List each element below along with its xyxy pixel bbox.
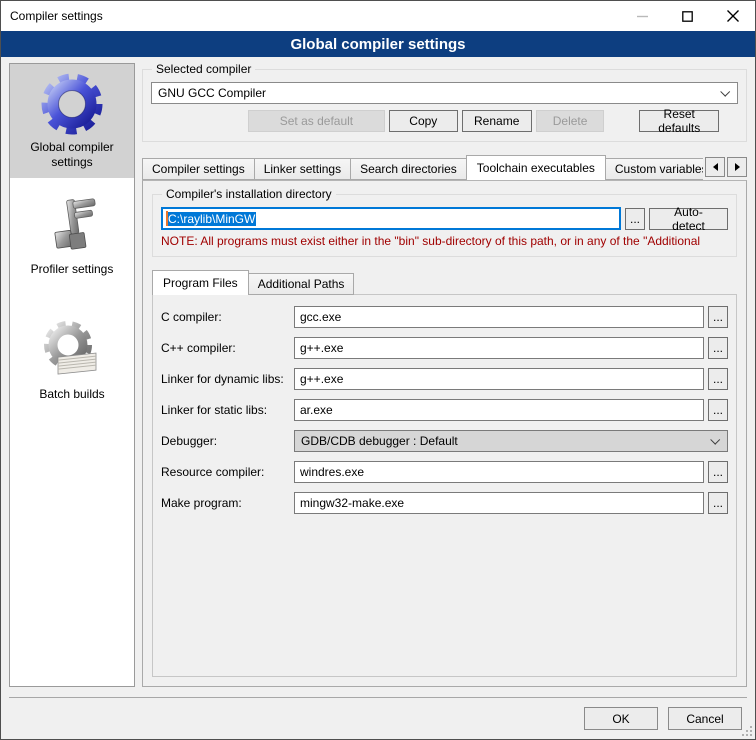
installation-directory-row: C:\raylib\MinGW ... Auto-detect bbox=[161, 207, 728, 230]
resource-compiler-input[interactable] bbox=[294, 461, 704, 483]
field-label: Debugger: bbox=[161, 434, 294, 448]
field-row-static-linker: Linker for static libs: ... bbox=[161, 399, 728, 421]
browse-directory-button[interactable]: ... bbox=[625, 208, 645, 230]
tab-custom-variables[interactable]: Custom variables bbox=[605, 158, 703, 180]
settings-tabstrip: Compiler settings Linker settings Search… bbox=[142, 154, 747, 180]
compiler-buttons-row: Set as default Copy Rename Delete Reset … bbox=[151, 110, 738, 132]
copy-button[interactable]: Copy bbox=[389, 110, 458, 132]
maximize-button[interactable] bbox=[665, 1, 710, 31]
dynamic-linker-input[interactable] bbox=[294, 368, 704, 390]
arrow-right-icon bbox=[735, 163, 740, 171]
installation-directory-group: Compiler's installation directory C:\ray… bbox=[152, 194, 737, 257]
cancel-button[interactable]: Cancel bbox=[668, 707, 742, 730]
program-files-tabstrip: Program Files Additional Paths bbox=[152, 269, 737, 295]
dialog-footer: OK Cancel bbox=[1, 687, 755, 739]
browse-static-linker-button[interactable]: ... bbox=[708, 399, 728, 421]
set-as-default-button[interactable]: Set as default bbox=[248, 110, 385, 132]
compiler-select-value: GNU GCC Compiler bbox=[158, 86, 266, 100]
tab-compiler-settings[interactable]: Compiler settings bbox=[142, 158, 255, 180]
settings-sidebar: Global compiler settings bbox=[9, 63, 135, 687]
ok-button[interactable]: OK bbox=[584, 707, 658, 730]
cpp-compiler-input[interactable] bbox=[294, 337, 704, 359]
tab-additional-paths[interactable]: Additional Paths bbox=[248, 273, 355, 295]
selected-compiler-group: Selected compiler GNU GCC Compiler Set a… bbox=[142, 69, 747, 142]
browse-c-compiler-button[interactable]: ... bbox=[708, 306, 728, 328]
dialog-header: Global compiler settings bbox=[1, 31, 755, 57]
program-files-page: C compiler: ... C++ compiler: ... bbox=[152, 294, 737, 677]
sidebar-item-global-compiler-settings[interactable]: Global compiler settings bbox=[10, 64, 134, 178]
field-row-dynamic-linker: Linker for dynamic libs: ... bbox=[161, 368, 728, 390]
debugger-select-value: GDB/CDB debugger : Default bbox=[301, 434, 458, 448]
toolchain-executables-page: Compiler's installation directory C:\ray… bbox=[142, 180, 747, 687]
group-legend: Compiler's installation directory bbox=[162, 187, 336, 201]
compiler-settings-dialog: Compiler settings Global compiler settin… bbox=[0, 0, 756, 740]
title-bar: Compiler settings bbox=[1, 1, 755, 31]
selected-path-text: C:\raylib\MinGW bbox=[166, 212, 256, 226]
footer-divider bbox=[9, 697, 747, 698]
browse-dynamic-linker-button[interactable]: ... bbox=[708, 368, 728, 390]
auto-detect-button[interactable]: Auto-detect bbox=[649, 208, 728, 230]
rename-button[interactable]: Rename bbox=[462, 110, 532, 132]
group-legend: Selected compiler bbox=[152, 62, 255, 76]
field-label: Resource compiler: bbox=[161, 465, 294, 479]
close-button[interactable] bbox=[710, 1, 755, 31]
field-label: C++ compiler: bbox=[161, 341, 294, 355]
c-compiler-input[interactable] bbox=[294, 306, 704, 328]
blue-gear-icon bbox=[40, 72, 104, 136]
sidebar-item-label: Global compiler settings bbox=[14, 140, 130, 170]
minimize-button[interactable] bbox=[620, 1, 665, 31]
browse-make-program-button[interactable]: ... bbox=[708, 492, 728, 514]
sidebar-item-profiler-settings[interactable]: Profiler settings bbox=[10, 186, 134, 285]
window-controls bbox=[620, 1, 755, 31]
field-row-cpp-compiler: C++ compiler: ... bbox=[161, 337, 728, 359]
tab-linker-settings[interactable]: Linker settings bbox=[254, 158, 351, 180]
tab-scroll-left-button[interactable] bbox=[705, 157, 725, 177]
tab-scroll-right-button[interactable] bbox=[727, 157, 747, 177]
static-linker-input[interactable] bbox=[294, 399, 704, 421]
minimize-icon bbox=[637, 11, 648, 22]
browse-cpp-compiler-button[interactable]: ... bbox=[708, 337, 728, 359]
browse-resource-compiler-button[interactable]: ... bbox=[708, 461, 728, 483]
tab-toolchain-executables[interactable]: Toolchain executables bbox=[466, 155, 606, 180]
compiler-select[interactable]: GNU GCC Compiler bbox=[151, 82, 738, 104]
field-label: Linker for dynamic libs: bbox=[161, 372, 294, 386]
close-icon bbox=[727, 10, 739, 22]
tab-search-directories[interactable]: Search directories bbox=[350, 158, 467, 180]
make-program-input[interactable] bbox=[294, 492, 704, 514]
field-label: C compiler: bbox=[161, 310, 294, 324]
main-area: Global compiler settings bbox=[1, 57, 755, 687]
arrow-left-icon bbox=[713, 163, 718, 171]
tabs-scroll-area: Compiler settings Linker settings Search… bbox=[142, 154, 703, 180]
delete-button[interactable]: Delete bbox=[536, 110, 605, 132]
installation-directory-input[interactable]: C:\raylib\MinGW bbox=[161, 207, 621, 230]
field-row-c-compiler: C compiler: ... bbox=[161, 306, 728, 328]
window-title: Compiler settings bbox=[1, 9, 620, 23]
text-caret bbox=[166, 211, 168, 226]
field-row-make-program: Make program: ... bbox=[161, 492, 728, 514]
tab-scroll-arrows bbox=[705, 157, 747, 177]
settings-panel: Selected compiler GNU GCC Compiler Set a… bbox=[142, 63, 747, 687]
sidebar-item-label: Batch builds bbox=[39, 387, 104, 402]
grey-gear-stack-icon bbox=[40, 319, 104, 383]
maximize-icon bbox=[682, 11, 693, 22]
chevron-down-icon bbox=[720, 87, 730, 97]
caliper-icon bbox=[40, 194, 104, 258]
resize-grip[interactable] bbox=[742, 726, 752, 736]
field-label: Make program: bbox=[161, 496, 294, 510]
chevron-down-icon bbox=[710, 435, 720, 445]
field-row-debugger: Debugger: GDB/CDB debugger : Default bbox=[161, 430, 728, 452]
sidebar-item-label: Profiler settings bbox=[31, 262, 114, 277]
sidebar-item-batch-builds[interactable]: Batch builds bbox=[10, 311, 134, 410]
tab-program-files[interactable]: Program Files bbox=[152, 270, 249, 295]
reset-defaults-button[interactable]: Reset defaults bbox=[639, 110, 719, 132]
field-row-resource-compiler: Resource compiler: ... bbox=[161, 461, 728, 483]
field-label: Linker for static libs: bbox=[161, 403, 294, 417]
debugger-select[interactable]: GDB/CDB debugger : Default bbox=[294, 430, 728, 452]
note-text: NOTE: All programs must exist either in … bbox=[161, 234, 728, 248]
